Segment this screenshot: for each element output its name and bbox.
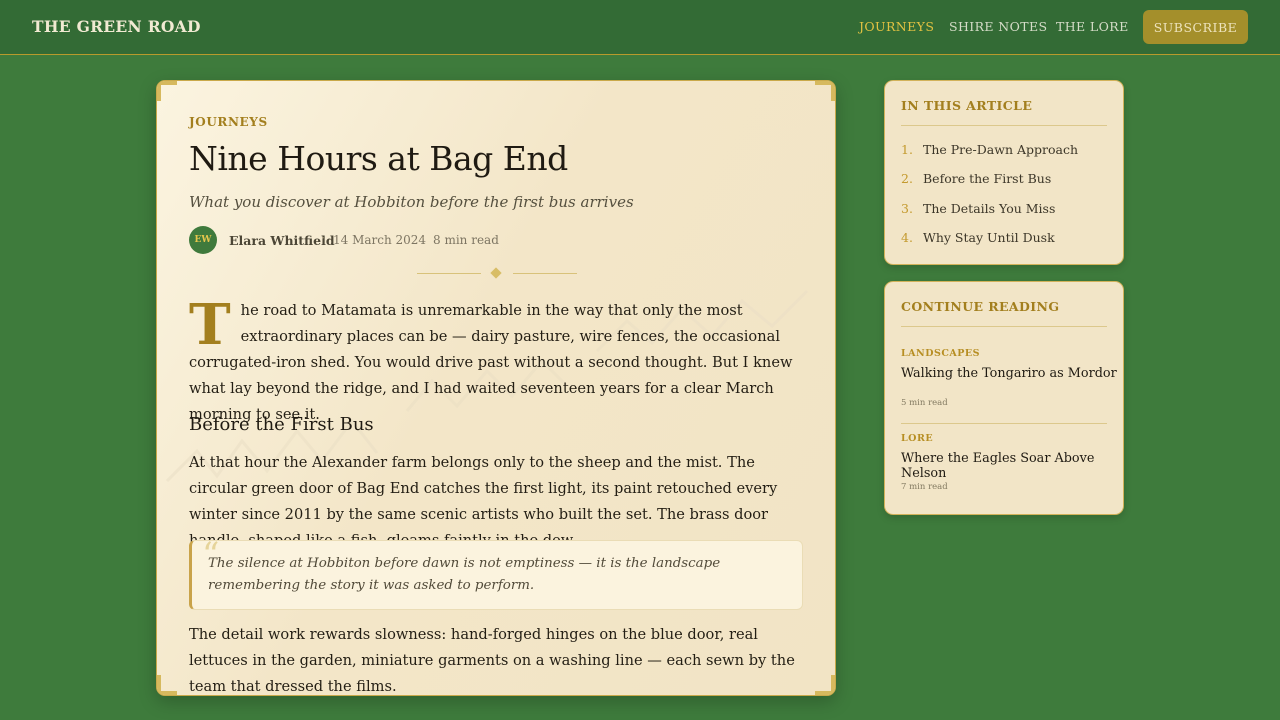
toc-link-dusk[interactable]: Why Stay Until Dusk — [923, 230, 1055, 245]
related-category[interactable]: LANDSCAPES — [901, 348, 980, 359]
toc-link-details[interactable]: The Details You Miss — [923, 201, 1055, 216]
body-paragraph: At that hour the Alexander farm belongs … — [189, 454, 778, 549]
related-article-link[interactable]: Walking the Tongariro as Mordor — [901, 366, 1117, 381]
table-of-contents: IN THIS ARTICLE 1. The Pre-Dawn Approach… — [884, 80, 1124, 265]
toc-number: 4. — [901, 230, 913, 245]
body-paragraph: The detail work rewards slowness: hand-f… — [189, 626, 795, 695]
drop-cap: T — [189, 292, 231, 358]
corner-ornament — [157, 81, 177, 101]
divider-line — [513, 273, 577, 274]
toc-number: 3. — [901, 201, 913, 216]
top-navigation-bar: THE GREEN ROAD JOURNEYS SHIRE NOTES THE … — [0, 0, 1280, 55]
article-title: Nine Hours at Bag End — [189, 139, 568, 178]
divider-line — [417, 273, 481, 274]
section-heading: Before the First Bus — [189, 414, 374, 435]
corner-ornament — [815, 81, 835, 101]
article-subtitle: What you discover at Hobbiton before the… — [189, 193, 634, 211]
nav-link-journeys[interactable]: JOURNEYS — [859, 19, 934, 34]
article-category[interactable]: JOURNEYS — [189, 115, 268, 129]
publish-date: 14 March 2024 — [333, 233, 427, 247]
nav-link-the-lore[interactable]: THE LORE — [1056, 19, 1129, 34]
toc-number: 1. — [901, 142, 913, 157]
meta-separator: · — [421, 231, 425, 245]
corner-ornament — [157, 675, 177, 695]
toc-number: 2. — [901, 171, 913, 186]
related-read-time: 5 min read — [901, 398, 948, 408]
divider — [901, 125, 1107, 126]
intro-paragraph: The road to Matamata is unremarkable in … — [189, 292, 799, 428]
toc-link-before-first-bus[interactable]: Before the First Bus — [923, 171, 1051, 186]
site-logo[interactable]: THE GREEN ROAD — [32, 17, 201, 36]
related-article-link[interactable]: Where the Eagles Soar Above Nelson — [901, 451, 1123, 481]
diamond-icon — [490, 267, 502, 279]
subscribe-button[interactable]: SUBSCRIBE — [1143, 10, 1248, 44]
read-time: 8 min read — [433, 233, 499, 247]
nav-link-shire-notes[interactable]: SHIRE NOTES — [949, 19, 1048, 34]
pull-quote-text: The silence at Hobbiton before dawn is n… — [208, 556, 721, 593]
meta-separator: · — [321, 231, 325, 245]
related-category[interactable]: LORE — [901, 433, 933, 444]
related-read-time: 7 min read — [901, 482, 948, 492]
corner-ornament — [815, 675, 835, 695]
article-card: JOURNEYS Nine Hours at Bag End What you … — [156, 80, 836, 696]
divider — [901, 423, 1107, 424]
continue-heading: CONTINUE READING — [901, 299, 1060, 314]
ornamental-divider — [417, 267, 577, 280]
intro-text: he road to Matamata is unremarkable in t… — [189, 302, 793, 423]
continue-reading-panel: CONTINUE READING LANDSCAPES Walking the … — [884, 281, 1124, 515]
toc-link-pre-dawn[interactable]: The Pre-Dawn Approach — [923, 142, 1078, 157]
divider — [901, 326, 1107, 327]
pull-quote: “ The silence at Hobbiton before dawn is… — [189, 535, 803, 610]
toc-heading: IN THIS ARTICLE — [901, 98, 1033, 113]
author-name[interactable]: Elara Whitfield — [229, 233, 335, 248]
author-avatar: EW — [189, 226, 217, 254]
